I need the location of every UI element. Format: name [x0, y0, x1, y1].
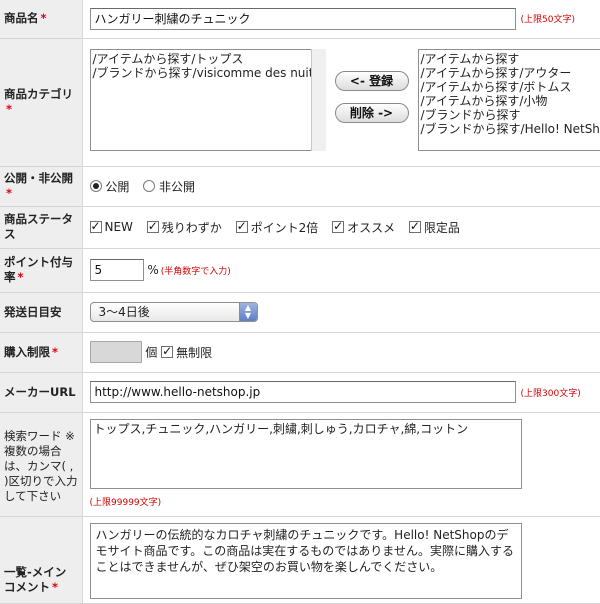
- delete-category-button[interactable]: 削除 ->: [335, 103, 409, 123]
- label-points: ポイント付与率*: [0, 248, 82, 292]
- quantity-unit: 個: [145, 346, 157, 360]
- required-mark: *: [6, 186, 12, 200]
- label-main-comment: 一覧-メインコメント*: [0, 516, 82, 603]
- list-item[interactable]: /アイテムから探す/トップス: [93, 52, 307, 66]
- row-visibility: 公開・非公開* 公開 非公開: [0, 166, 600, 206]
- points-note: (半角数字で入力): [161, 267, 231, 277]
- unlimited-label: 無制限: [176, 346, 212, 360]
- purchase-limit-input[interactable]: [90, 341, 142, 363]
- status-limited-checkbox[interactable]: [409, 221, 421, 233]
- list-item[interactable]: /ブランドから探す: [421, 108, 599, 122]
- search-words-limit-note: (上限99999文字): [90, 495, 594, 508]
- list-item[interactable]: /アイテムから探す/ボトムス: [421, 80, 599, 94]
- row-product-name: 商品名* ハンガリー刺繍のチュニック (上限50文字): [0, 0, 600, 38]
- required-mark: *: [52, 345, 58, 359]
- status-few-left-checkbox[interactable]: [147, 221, 159, 233]
- required-mark: *: [41, 11, 47, 25]
- status-recommended-checkbox[interactable]: [332, 221, 344, 233]
- label-product-name: 商品名*: [0, 0, 82, 38]
- row-search-words: 検索ワード ※複数の場合は、カンマ( , )区切りで入力して下さい トップス,チ…: [0, 412, 600, 516]
- unlimited-checkbox[interactable]: [161, 346, 173, 358]
- required-mark: *: [18, 270, 24, 284]
- public-label: 公開: [105, 180, 129, 194]
- main-comment-textarea[interactable]: ハンガリーの伝統的なカロチャ刺繍のチュニックです。Hello! NetShopの…: [90, 523, 522, 599]
- register-category-button[interactable]: <- 登録: [335, 71, 409, 91]
- list-item[interactable]: /アイテムから探す/小物: [421, 94, 599, 108]
- product-name-input[interactable]: ハンガリー刺繍のチュニック: [90, 8, 516, 30]
- label-status: 商品ステータス: [0, 206, 82, 248]
- private-label: 非公開: [159, 180, 195, 194]
- row-purchase-limit: 購入制限* 個 無制限: [0, 332, 600, 372]
- row-main-comment: 一覧-メインコメント* ハンガリーの伝統的なカロチャ刺繍のチュニックです。Hel…: [0, 516, 600, 603]
- row-status: 商品ステータス NEW 残りわずか ポイント2倍 オススメ 限定品: [0, 206, 600, 248]
- maker-url-limit-note: (上限300文字): [521, 389, 581, 399]
- shipping-select[interactable]: 3〜4日後▲▼: [90, 302, 258, 322]
- label-purchase-limit: 購入制限*: [0, 332, 82, 372]
- percent-unit: %: [147, 263, 158, 277]
- label-shipping: 発送日目安: [0, 292, 82, 332]
- available-category-list[interactable]: /アイテムから探す /アイテムから探す/アウター /アイテムから探す/ボトムス …: [418, 49, 600, 151]
- private-radio[interactable]: [143, 180, 155, 192]
- required-mark: *: [52, 580, 58, 594]
- selected-category-list[interactable]: /アイテムから探す/トップス /ブランドから探す/visicomme des n…: [90, 49, 326, 151]
- list-item[interactable]: /ブランドから探す/Hello! NetShop: [421, 122, 599, 136]
- list-item[interactable]: /アイテムから探す/アウター: [421, 66, 599, 80]
- label-search-words: 検索ワード ※複数の場合は、カンマ( , )区切りで入力して下さい: [0, 412, 82, 516]
- maker-url-input[interactable]: http://www.hello-netshop.jp: [90, 381, 516, 403]
- scrollbar[interactable]: [311, 49, 326, 151]
- list-item[interactable]: /アイテムから探す: [421, 52, 599, 66]
- select-arrows-icon: ▲▼: [239, 303, 257, 321]
- row-points: ポイント付与率* 5 %(半角数字で入力): [0, 248, 600, 292]
- row-shipping: 発送日目安 3〜4日後▲▼: [0, 292, 600, 332]
- status-new-checkbox[interactable]: [90, 221, 102, 233]
- row-category: 商品カテゴリ* /アイテムから探す/トップス /ブランドから探す/visicom…: [0, 38, 600, 166]
- row-maker-url: メーカーURL http://www.hello-netshop.jp (上限30…: [0, 372, 600, 412]
- points-rate-input[interactable]: 5: [90, 259, 144, 281]
- search-words-textarea[interactable]: トップス,チュニック,ハンガリー,刺繍,刺しゅう,カロチャ,綿,コットン: [90, 419, 522, 489]
- product-name-limit-note: (上限50文字): [521, 15, 575, 25]
- public-radio[interactable]: [90, 180, 102, 192]
- label-category: 商品カテゴリ*: [0, 38, 82, 166]
- list-item[interactable]: /ブランドから探す/visicomme des nuits: [93, 66, 307, 80]
- label-maker-url: メーカーURL: [0, 372, 82, 412]
- status-double-points-checkbox[interactable]: [236, 221, 248, 233]
- product-form: 商品名* ハンガリー刺繍のチュニック (上限50文字) 商品カテゴリ* /アイテム…: [0, 0, 600, 604]
- required-mark: *: [6, 102, 12, 116]
- label-visibility: 公開・非公開*: [0, 166, 82, 206]
